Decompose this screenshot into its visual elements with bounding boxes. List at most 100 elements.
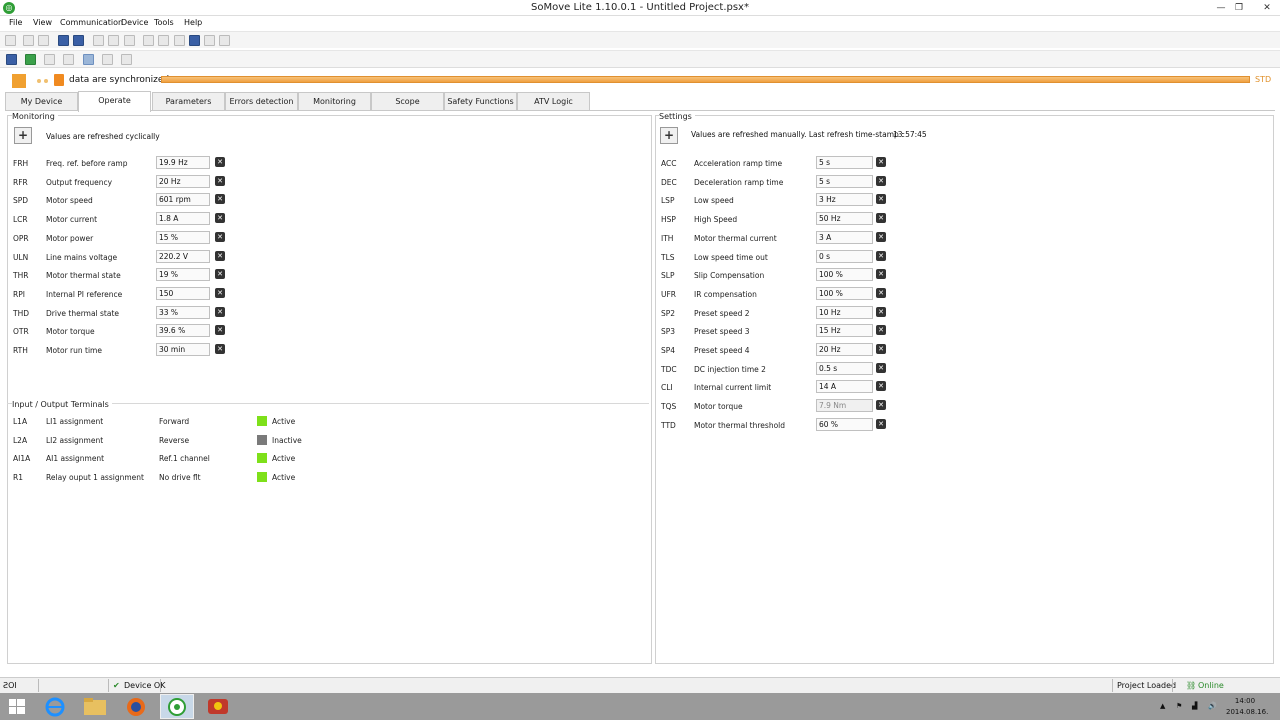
remove-row-icon[interactable]: ✕	[876, 306, 886, 317]
monitoring-refresh-note: Values are refreshed cyclically	[46, 132, 160, 141]
print-icon[interactable]	[93, 35, 104, 46]
somove-taskbar-button[interactable]	[160, 694, 194, 719]
panel-view-icon[interactable]	[83, 54, 94, 65]
remove-row-icon[interactable]: ✕	[876, 381, 886, 392]
remove-row-icon[interactable]: ✕	[876, 344, 886, 354]
minimize-button[interactable]: —	[1212, 1, 1230, 15]
param-value-input[interactable]: 5 s	[816, 156, 873, 169]
menu-tools[interactable]: Tools	[154, 18, 174, 27]
param-code: LSP	[661, 196, 675, 206]
param-value-input[interactable]: 0.5 s	[816, 361, 873, 375]
io-state-led-icon	[257, 453, 267, 464]
tab-atv-logic[interactable]: ATV Logic	[517, 92, 590, 111]
remove-row-icon[interactable]: ✕	[876, 157, 886, 167]
tab-monitoring[interactable]: Monitoring	[298, 92, 371, 111]
firefox-taskbar-button[interactable]	[119, 694, 153, 719]
remove-row-icon[interactable]: ✕	[215, 269, 225, 280]
tab-errors-detection[interactable]: Errors detection	[225, 92, 298, 111]
scan-icon[interactable]	[174, 35, 185, 46]
param-value-input[interactable]: 15 Hz	[816, 324, 873, 338]
table-row: ITH Motor thermal current 3 A ✕	[661, 230, 891, 246]
param-value-input[interactable]: 100 %	[816, 286, 873, 300]
tab-my-device[interactable]: My Device	[5, 92, 78, 111]
new-project-icon[interactable]	[23, 35, 34, 46]
tab-parameters[interactable]: Parameters	[152, 92, 225, 111]
remove-row-icon[interactable]: ✕	[215, 175, 225, 186]
param-code: L1A	[13, 417, 28, 426]
table-row: SLP Slip Compensation 100 % ✕	[661, 267, 891, 283]
remove-row-icon[interactable]: ✕	[876, 325, 886, 336]
remove-row-icon[interactable]: ✕	[215, 287, 225, 298]
monitoring-add-button[interactable]: +	[14, 127, 32, 144]
menu-view[interactable]: View	[33, 18, 52, 27]
remove-row-icon[interactable]: ✕	[876, 231, 886, 242]
open-project-icon[interactable]	[38, 35, 49, 46]
remove-row-icon[interactable]: ✕	[876, 418, 886, 429]
remove-row-icon[interactable]: ✕	[215, 325, 225, 336]
save-icon[interactable]	[58, 35, 69, 46]
param-value-input[interactable]: 50 Hz	[816, 212, 873, 226]
remove-row-icon[interactable]: ✕	[876, 175, 886, 186]
remove-row-icon[interactable]: ✕	[876, 362, 886, 373]
home-icon[interactable]	[5, 35, 16, 46]
tray-clock[interactable]: 14:00 2014.08.16.	[1226, 697, 1268, 716]
remove-row-icon[interactable]: ✕	[876, 269, 886, 280]
param-value-input[interactable]: 5 s	[816, 174, 873, 188]
list-icon[interactable]	[44, 54, 55, 65]
remove-row-icon[interactable]: ✕	[215, 194, 225, 205]
param-value-input[interactable]: 60 %	[816, 417, 873, 431]
remove-row-icon[interactable]: ✕	[215, 157, 225, 167]
param-value-input[interactable]: 0 s	[816, 249, 873, 263]
remove-row-icon[interactable]: ✕	[876, 287, 886, 298]
download-icon[interactable]	[219, 35, 230, 46]
remove-row-icon[interactable]: ✕	[876, 194, 886, 205]
param-value-input[interactable]: 3 A	[816, 230, 873, 244]
save-as-icon[interactable]	[73, 35, 84, 46]
restore-button[interactable]: ❐	[1230, 1, 1248, 15]
store-icon[interactable]	[189, 35, 200, 46]
explorer-taskbar-button[interactable]	[78, 694, 112, 719]
settings-refresh-button[interactable]: +	[660, 127, 678, 144]
param-value-input[interactable]: 100 %	[816, 268, 873, 282]
param-value-input[interactable]: 10 Hz	[816, 305, 873, 319]
remove-row-icon[interactable]: ✕	[215, 344, 225, 354]
tray-flag-icon[interactable]: ⚑	[1176, 702, 1182, 710]
connect-icon[interactable]	[143, 35, 154, 46]
menu-communication[interactable]: Communication	[60, 18, 123, 27]
stop-icon[interactable]	[63, 54, 74, 65]
app-taskbar-button[interactable]	[201, 694, 235, 719]
tab-operate[interactable]: Operate	[78, 91, 151, 112]
refresh-icon[interactable]	[25, 54, 36, 65]
param-label: Motor power	[46, 233, 94, 243]
tray-volume-icon[interactable]: 🔊	[1208, 702, 1217, 710]
remove-row-icon[interactable]: ✕	[876, 213, 886, 224]
remove-row-icon[interactable]: ✕	[215, 306, 225, 317]
remove-row-icon[interactable]: ✕	[215, 231, 225, 242]
menu-device[interactable]: Device	[121, 18, 148, 27]
param-value-input[interactable]: 20 Hz	[816, 343, 873, 356]
disconnect-icon[interactable]	[158, 35, 169, 46]
tab-scope[interactable]: Scope	[371, 92, 444, 111]
param-value: 19 %	[156, 268, 210, 282]
upload-icon[interactable]	[204, 35, 215, 46]
tab-safety-functions[interactable]: Safety Functions	[444, 92, 517, 111]
param-label: Motor run time	[46, 346, 102, 355]
remove-row-icon[interactable]: ✕	[215, 250, 225, 261]
chart-view-icon[interactable]	[102, 54, 113, 65]
param-value-input[interactable]: 3 Hz	[816, 193, 873, 207]
remove-row-icon[interactable]: ✕	[215, 213, 225, 224]
param-value-input[interactable]: 14 A	[816, 380, 873, 394]
remove-row-icon[interactable]: ✕	[876, 400, 886, 411]
report-view-icon[interactable]	[121, 54, 132, 65]
device-icon[interactable]	[6, 54, 17, 65]
tray-network-icon[interactable]: ▟	[1192, 702, 1197, 710]
tray-arrow-icon[interactable]: ▲	[1160, 702, 1165, 710]
print-preview-icon[interactable]	[108, 35, 119, 46]
remove-row-icon[interactable]: ✕	[876, 250, 886, 261]
ie-taskbar-button[interactable]	[38, 694, 72, 719]
menu-file[interactable]: File	[9, 18, 22, 27]
close-button[interactable]: ✕	[1258, 1, 1276, 15]
start-button[interactable]	[1, 694, 35, 719]
export-icon[interactable]	[124, 35, 135, 46]
menu-help[interactable]: Help	[184, 18, 202, 27]
